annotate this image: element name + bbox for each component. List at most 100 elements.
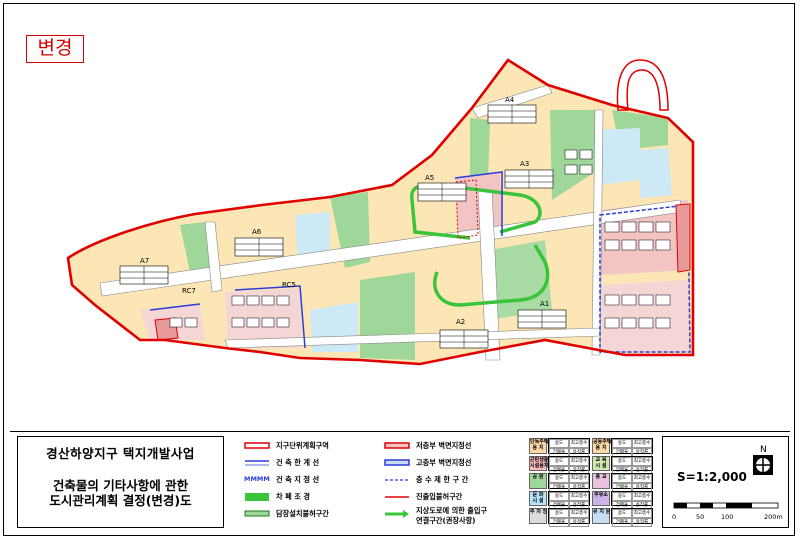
zone-spec-cell: 용도 — [549, 474, 569, 483]
block-label-rc7: RC7 — [182, 287, 196, 295]
legend-entrance-link-1: 지상도로에 의한 출입구 — [416, 506, 488, 515]
zone-spec-cell: 용도 — [612, 474, 632, 483]
zone-spec-cell: 최고층수 — [569, 491, 589, 501]
zone-swatch: 문 화 시 설 — [529, 490, 547, 506]
road-hook — [616, 59, 669, 111]
zone-swatch: 공 원 — [529, 473, 547, 489]
zone-legend-item: 주유소 용도 최고층수 건폐율 용적률 — [592, 490, 653, 510]
lot-box-a7 — [119, 265, 169, 285]
zone-spec-cell: 용도 — [549, 509, 569, 518]
legend-screen-planting: 차 폐 조 경 — [276, 492, 310, 501]
plan-title: 건축물의 기타사항에 관한 도시관리계획 결정(변경)도 — [18, 478, 223, 508]
zone-swatch: 공동주택 용 지 — [592, 438, 611, 454]
zone-swatch: 근린생활 시설용지 — [529, 455, 548, 471]
zone-spec-table: 용도 최고층수 건폐율 용적률 — [611, 438, 653, 457]
north-label: N — [760, 445, 767, 455]
zone-spec-table: 용도 최고층수 건폐율 용적률 — [548, 508, 590, 527]
zone-legend-item: 문 화 시 설 용도 최고층수 건폐율 용적률 — [529, 490, 590, 510]
zone-legend-item: 주 차 장 용도 최고층수 건폐율 용적률 — [529, 508, 590, 527]
legend-boundary: 지구단위계획구역 — [276, 441, 329, 450]
zone-spec-cell: 최고층수 — [632, 474, 652, 483]
building-limit-symbol — [245, 460, 269, 466]
footer-divider — [10, 431, 790, 432]
zone-spec-cell: 용적률 — [569, 518, 589, 527]
zone-legend-item: 종 교 용도 최고층수 건폐율 용적률 — [592, 473, 653, 492]
legend-floor-limit: 층 수 제 한 구 간 — [416, 475, 469, 484]
legend-entrance-link-2: 연결구간(권장사항) — [416, 516, 476, 525]
lot-box-a1 — [517, 309, 567, 329]
park-north — [470, 118, 490, 180]
zone-legend-item: 단독주택 용 지 용도 최고층수 건폐율 용적률 — [529, 438, 590, 457]
zone-spec-table: 용도 최고층수 건폐율 용적률 — [548, 438, 590, 457]
zone-swatch: 주유소 — [592, 490, 610, 506]
zone-legend-item: 교 육 시 설 용도 최고층수 건폐율 용적률 — [592, 455, 653, 475]
zone-swatch: 단독주택 용 지 — [529, 438, 548, 454]
zone-spec-cell: 최고층수 — [632, 439, 652, 448]
plan-title-line2: 도시관리계획 결정(변경)도 — [49, 493, 192, 508]
zone-spec-table: 용도 최고층수 건폐율 용적률 — [548, 473, 590, 492]
zone-swatch: 주 차 장 — [529, 508, 547, 524]
zone-spec-table: 용도 최고층수 건폐율 용적률 — [611, 508, 653, 527]
legend: 지구단위계획구역 건 축 한 계 선 MMMM 건 축 지 정 선 차 폐 조 … — [236, 436, 655, 528]
zone-spec-cell: 건폐율 — [549, 518, 569, 527]
no-access-symbol — [385, 496, 409, 498]
zone-legend-item: 공 원 용도 최고층수 건폐율 용적률 — [529, 473, 590, 492]
title-box: 경산하양지구 택지개발사업 건축물의 기타사항에 관한 도시관리계획 결정(변경… — [17, 436, 224, 528]
legend-low-wall: 저층부 벽면지정선 — [416, 441, 472, 450]
zone-spec-cell: 최고층수 — [632, 491, 652, 501]
fence-prohibit-symbol — [244, 510, 270, 517]
scale-ratio: S=1:2,000 — [677, 470, 747, 484]
zone-spec-cell: 용도 — [549, 439, 569, 448]
low-wall-symbol — [384, 442, 410, 449]
lot-box-a5 — [417, 182, 467, 202]
block-label-a4: A4 — [505, 96, 515, 104]
plan-title-line1: 건축물의 기타사항에 관한 — [52, 478, 189, 493]
zone-spec-cell: 최고층수 — [632, 509, 652, 518]
scale-tick-100: 100 — [721, 513, 734, 521]
zone-spec-cell: 건폐율 — [612, 518, 632, 527]
hatch-east — [675, 203, 691, 273]
zone-spec-table: 용도 최고층수 건폐율 용적률 — [611, 455, 653, 475]
zone-legend-item: 근린생활 시설용지 용도 최고층수 건폐율 용적률 — [529, 455, 590, 475]
zone-legend-table: 단독주택 용 지 용도 최고층수 건폐율 용적률 공동주택 용 지 용도 최고층수 건폐율 용적률… — [529, 438, 655, 527]
high-wall-symbol — [384, 459, 410, 466]
block-label-rc5: RC5 — [282, 281, 296, 289]
zone-spec-cell: 용도 — [612, 491, 632, 501]
floor-limit-symbol — [385, 479, 409, 481]
block-label-a2: A2 — [456, 318, 465, 326]
zone-legend-item: 공동주택 용 지 용도 최고층수 건폐율 용적률 — [592, 438, 653, 457]
block-label-a6: A6 — [252, 228, 262, 236]
scale-tick-200: 200m — [764, 513, 783, 521]
zone-swatch: 교 육 시 설 — [592, 455, 610, 471]
entrance-link-symbol — [385, 510, 409, 518]
lot-box-a2 — [439, 329, 489, 349]
district-boundary-symbol — [244, 442, 270, 449]
zone-spec-cell: 용도 — [612, 439, 632, 448]
block-label-a1: A1 — [540, 300, 549, 308]
building-designation-symbol: MMMM — [244, 475, 270, 483]
zone-spec-cell: 최고층수 — [569, 474, 589, 483]
screen-planting-symbol — [245, 493, 269, 501]
school-far-east — [640, 148, 672, 198]
block-label-a3: A3 — [520, 160, 529, 168]
zone-swatch: 유 치 원 — [592, 508, 610, 524]
zone-spec-cell: 용적률 — [632, 518, 652, 527]
scale-tick-0: 0 — [672, 513, 677, 521]
zone-spec-cell: 용도 — [549, 491, 569, 501]
commercial-se — [600, 280, 690, 352]
block-label-a7: A7 — [140, 257, 149, 265]
zone-swatch: 종 교 — [592, 473, 610, 489]
change-badge: 변경 — [26, 35, 84, 63]
zone-spec-cell: 용도 — [612, 456, 632, 466]
legend-high-wall: 고층부 벽면지정선 — [416, 458, 472, 467]
lot-box-a3 — [504, 169, 554, 189]
zone-spec-table: 용도 최고층수 건폐율 용적률 — [548, 490, 590, 510]
map-canvas: A1 A2 A3 A4 A5 A6 A7 RC5 RC7 — [66, 58, 695, 366]
scale-tick-50: 50 — [696, 513, 705, 521]
zone-legend-item: 유 치 원 용도 최고층수 건폐율 용적률 — [592, 508, 653, 527]
school-east — [598, 128, 640, 185]
zone-spec-cell: 용도 — [612, 509, 632, 518]
north-arrow-icon: N — [753, 445, 773, 475]
legend-building-limit: 건 축 한 계 선 — [276, 458, 320, 467]
zone-spec-table: 용도 최고층수 건폐율 용적률 — [611, 473, 653, 492]
